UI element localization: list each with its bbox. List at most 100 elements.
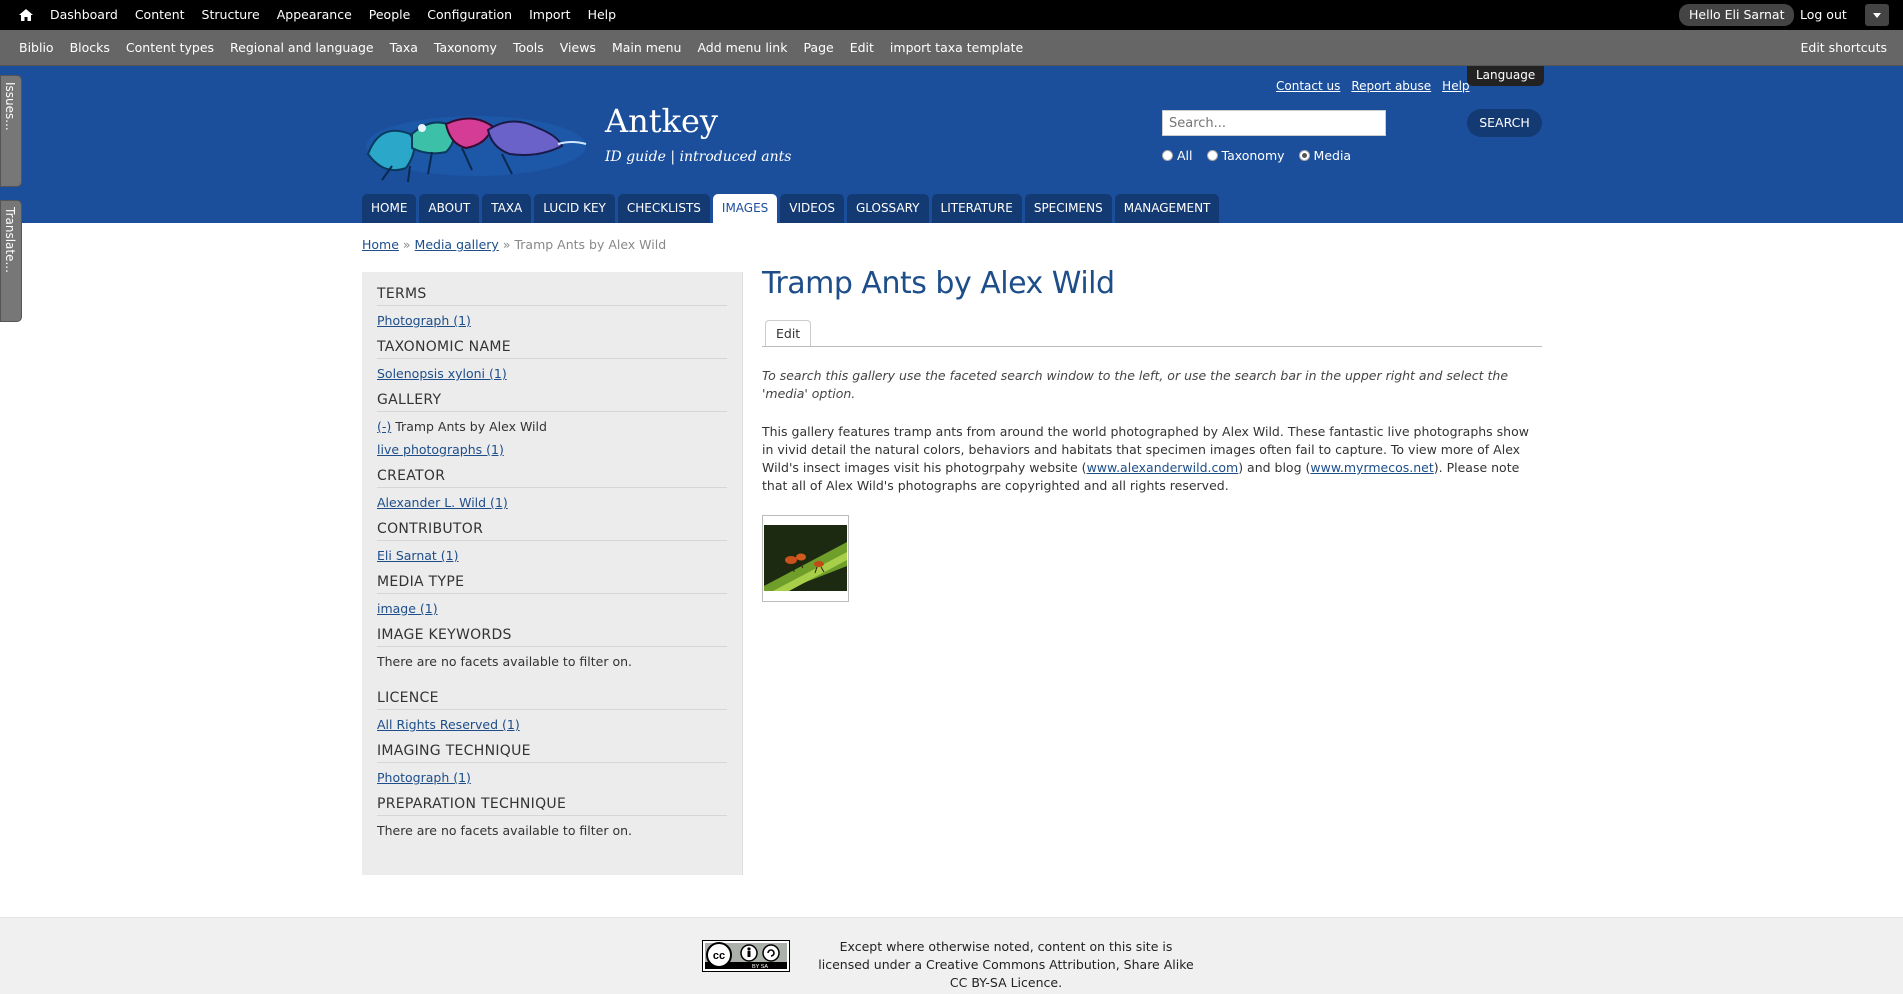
facet-empty-message: There are no facets available to filter … bbox=[377, 654, 633, 669]
shortcut-views[interactable]: Views bbox=[552, 30, 604, 65]
translate-tab[interactable]: Translate... bbox=[0, 200, 22, 322]
cc-by-sa-badge[interactable]: cc BY SA bbox=[702, 940, 790, 972]
nav-checklists[interactable]: CHECKLISTS bbox=[617, 194, 710, 223]
toolbar-drawer-toggle[interactable] bbox=[1865, 4, 1889, 26]
admin-menu-help[interactable]: Help bbox=[580, 0, 626, 30]
myrmecos-link[interactable]: www.myrmecos.net bbox=[1310, 460, 1433, 475]
breadcrumb-media-gallery[interactable]: Media gallery bbox=[415, 237, 499, 252]
search-scope-media[interactable]: Media bbox=[1298, 148, 1351, 163]
facet-link-image[interactable]: image (1) bbox=[377, 601, 438, 616]
licence-text: Except where otherwise noted, content on… bbox=[818, 939, 1194, 990]
site-header: Antkey ID guide | introduced ants Contac… bbox=[0, 66, 1903, 223]
admin-menu-dashboard[interactable]: Dashboard bbox=[42, 0, 127, 30]
facet-link-solenopsis-xyloni[interactable]: Solenopsis xyloni (1) bbox=[377, 366, 507, 381]
nav-literature[interactable]: LITERATURE bbox=[931, 194, 1022, 223]
nav-glossary[interactable]: GLOSSARY bbox=[846, 194, 929, 223]
shortcut-page[interactable]: Page bbox=[795, 30, 841, 65]
shortcut-biblio[interactable]: Biblio bbox=[11, 30, 62, 65]
site-name[interactable]: Antkey bbox=[605, 102, 718, 140]
search-scope-all[interactable]: All bbox=[1162, 148, 1193, 163]
facet-item: live photographs (1) bbox=[377, 442, 504, 457]
shortcut-content-types[interactable]: Content types bbox=[118, 30, 222, 65]
shortcut-tools[interactable]: Tools bbox=[505, 30, 552, 65]
radio-all[interactable] bbox=[1162, 150, 1173, 161]
report-abuse-link[interactable]: Report abuse bbox=[1351, 79, 1431, 93]
user-greeting[interactable]: Hello Eli Sarnat bbox=[1679, 4, 1795, 26]
nav-home[interactable]: HOME bbox=[362, 194, 417, 223]
facet-link-eli-sarnat[interactable]: Eli Sarnat (1) bbox=[377, 548, 459, 563]
nav-images[interactable]: IMAGES bbox=[712, 194, 778, 223]
breadcrumb-separator: » bbox=[402, 237, 411, 252]
site-slogan: ID guide | introduced ants bbox=[605, 149, 792, 165]
breadcrumb-home[interactable]: Home bbox=[362, 237, 399, 252]
facet-empty-message: There are no facets available to filter … bbox=[377, 823, 633, 838]
facet-link-alexander-wild[interactable]: Alexander L. Wild (1) bbox=[377, 495, 508, 510]
nav-taxa[interactable]: TAXA bbox=[482, 194, 532, 223]
svg-text:cc: cc bbox=[713, 950, 725, 962]
admin-menu-import[interactable]: Import bbox=[521, 0, 580, 30]
facet-item: Photograph (1) bbox=[377, 770, 471, 785]
shortcut-import-taxa-template[interactable]: import taxa template bbox=[882, 30, 1031, 65]
admin-menu-configuration[interactable]: Configuration bbox=[419, 0, 521, 30]
facet-heading-contributor: CONTRIBUTOR bbox=[377, 521, 727, 541]
facet-heading-image-keywords: IMAGE KEYWORDS bbox=[377, 627, 727, 647]
breadcrumb: Home » Media gallery » Tramp Ants by Ale… bbox=[362, 237, 666, 252]
nav-specimens[interactable]: SPECIMENS bbox=[1024, 194, 1112, 223]
admin-menu-content[interactable]: Content bbox=[127, 0, 194, 30]
shortcut-add-menu-link[interactable]: Add menu link bbox=[689, 30, 795, 65]
shortcut-main-menu[interactable]: Main menu bbox=[604, 30, 690, 65]
alexanderwild-link[interactable]: www.alexanderwild.com bbox=[1087, 460, 1239, 475]
facet-link-all-rights-reserved[interactable]: All Rights Reserved (1) bbox=[377, 717, 520, 732]
nav-videos[interactable]: VIDEOS bbox=[780, 194, 844, 223]
facet-link-live-photographs[interactable]: live photographs (1) bbox=[377, 442, 504, 457]
shortcuts-menu: Biblio Blocks Content types Regional and… bbox=[11, 30, 1031, 65]
search-scope-taxonomy[interactable]: Taxonomy bbox=[1206, 148, 1285, 163]
page-title: Tramp Ants by Alex Wild bbox=[762, 266, 1115, 301]
facet-heading-imaging-technique: IMAGING TECHNIQUE bbox=[377, 743, 727, 763]
gallery-description: This gallery features tramp ants from ar… bbox=[762, 424, 1529, 493]
main-navigation: HOME ABOUT TAXA LUCID KEY CHECKLISTS IMA… bbox=[362, 194, 1220, 223]
site-footer: cc BY SA Except where otherwise noted, c… bbox=[0, 917, 1903, 994]
nav-lucid-key[interactable]: LUCID KEY bbox=[534, 194, 615, 223]
facet-heading-licence: LICENCE bbox=[377, 690, 727, 710]
search-button[interactable]: SEARCH bbox=[1467, 109, 1542, 137]
facet-heading-preparation-technique: PREPARATION TECHNIQUE bbox=[377, 796, 727, 816]
logout-link[interactable]: Log out bbox=[1800, 0, 1847, 30]
admin-menu-appearance[interactable]: Appearance bbox=[269, 0, 361, 30]
facet-item: All Rights Reserved (1) bbox=[377, 717, 520, 732]
facet-item-active: (-) Tramp Ants by Alex Wild bbox=[377, 419, 547, 434]
facet-active-value: Tramp Ants by Alex Wild bbox=[395, 419, 547, 434]
issues-tab[interactable]: Issues... bbox=[0, 75, 22, 187]
admin-menu-structure[interactable]: Structure bbox=[194, 0, 269, 30]
shortcut-blocks[interactable]: Blocks bbox=[62, 30, 118, 65]
tab-divider bbox=[762, 346, 1542, 347]
facet-link-imaging-photograph[interactable]: Photograph (1) bbox=[377, 770, 471, 785]
gallery-thumbnail[interactable] bbox=[762, 515, 849, 602]
admin-menu: Dashboard Content Structure Appearance P… bbox=[42, 0, 625, 30]
cc-badge-text: BY SA bbox=[752, 964, 768, 970]
facet-item: Solenopsis xyloni (1) bbox=[377, 366, 507, 381]
admin-menu-people[interactable]: People bbox=[361, 0, 420, 30]
nav-management[interactable]: MANAGEMENT bbox=[1114, 194, 1220, 223]
help-link[interactable]: Help bbox=[1442, 79, 1469, 93]
contact-us-link[interactable]: Contact us bbox=[1276, 79, 1340, 93]
shortcut-edit[interactable]: Edit bbox=[842, 30, 882, 65]
shortcut-taxonomy[interactable]: Taxonomy bbox=[426, 30, 505, 65]
facet-item: image (1) bbox=[377, 601, 438, 616]
facet-heading-media-type: MEDIA TYPE bbox=[377, 574, 727, 594]
site-logo[interactable] bbox=[362, 104, 590, 184]
language-switcher[interactable]: Language bbox=[1467, 66, 1545, 86]
breadcrumb-current: Tramp Ants by Alex Wild bbox=[514, 237, 667, 252]
radio-taxonomy[interactable] bbox=[1206, 150, 1218, 161]
home-icon[interactable] bbox=[18, 7, 34, 23]
facet-link-photograph[interactable]: Photograph (1) bbox=[377, 313, 471, 328]
facet-remove-link[interactable]: (-) bbox=[377, 419, 391, 434]
tab-edit[interactable]: Edit bbox=[765, 320, 812, 347]
nav-about[interactable]: ABOUT bbox=[419, 194, 480, 223]
shortcut-taxa[interactable]: Taxa bbox=[382, 30, 426, 65]
facet-item: Eli Sarnat (1) bbox=[377, 548, 459, 563]
radio-media[interactable] bbox=[1298, 150, 1310, 161]
shortcut-regional[interactable]: Regional and language bbox=[222, 30, 382, 65]
search-input[interactable] bbox=[1162, 110, 1386, 136]
edit-shortcuts-link[interactable]: Edit shortcuts bbox=[1800, 30, 1887, 65]
